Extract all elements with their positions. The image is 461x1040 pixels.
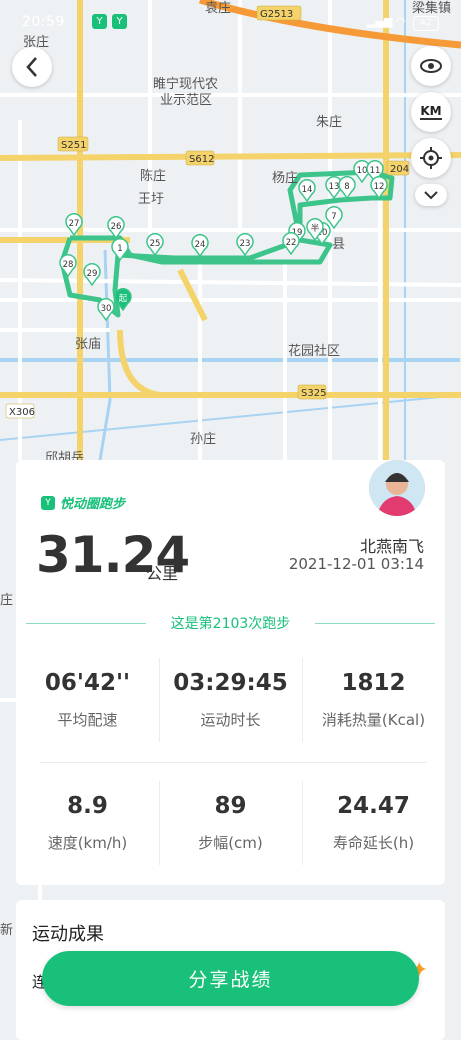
map-place-label: 王圩 (138, 192, 164, 207)
divider (159, 658, 160, 742)
svg-text:25: 25 (150, 239, 161, 249)
map-place-label: 睢宁现代农 (153, 76, 218, 92)
stat-life-extension: 24.47 寿命延长(h) (332, 793, 415, 852)
divider (159, 781, 160, 865)
map-place-label: 业示范区 (160, 93, 212, 108)
map-place-label: 杨庄 (272, 170, 298, 186)
run-datetime: 2021-12-01 03:14 (288, 555, 424, 573)
divider (302, 658, 303, 742)
share-button[interactable]: 分享战绩 (42, 951, 419, 1006)
map-place-label: 张庙 (75, 337, 101, 352)
stat-duration: 03:29:45 运动时长 (173, 670, 288, 729)
map-place-label: 花园社区 (288, 343, 340, 359)
status-bar: 20:59 Y Y ▂▄▆ ◠ 42 (0, 0, 461, 44)
svg-text:29: 29 (87, 269, 98, 279)
divider (40, 762, 427, 763)
eye-icon (420, 59, 442, 73)
chevron-down-icon (424, 190, 438, 199)
brand: Y 悦动圈跑步 (41, 493, 125, 512)
svg-text:26: 26 (111, 222, 122, 232)
results-title: 运动成果 (32, 924, 104, 945)
road-shield: S612 (185, 150, 214, 166)
svg-text:S325: S325 (301, 388, 326, 399)
collapse-button[interactable] (415, 184, 447, 206)
brand-logo-icon: Y (41, 495, 55, 510)
username: 北燕南飞 (359, 537, 424, 556)
locate-button[interactable] (411, 138, 451, 178)
svg-text:22: 22 (286, 238, 297, 248)
map-toolbar: KM (411, 46, 451, 212)
eye-button[interactable] (411, 46, 451, 86)
svg-text:13: 13 (329, 182, 340, 192)
map-place-label: 朱庄 (316, 114, 342, 130)
svg-text:204: 204 (390, 164, 409, 175)
stat-calories: 1812 消耗热量(Kcal) (321, 670, 426, 729)
map-place-label: 县 (332, 237, 345, 252)
back-button[interactable] (12, 47, 52, 87)
stat-speed: 8.9 速度(km/h) (47, 793, 128, 852)
app-badge-icon: Y (92, 14, 107, 29)
svg-text:28: 28 (63, 260, 74, 270)
svg-text:7: 7 (331, 212, 336, 222)
svg-text:半: 半 (311, 223, 320, 234)
battery-icon: ▂▄▆ ◠ 42 (367, 14, 439, 31)
map-place-label: 新 (0, 922, 13, 938)
map-place-label: 庄 (0, 592, 13, 608)
svg-text:30: 30 (101, 304, 112, 314)
svg-text:12: 12 (374, 182, 385, 192)
svg-text:27: 27 (69, 219, 80, 229)
stat-stride: 89 步幅(cm) (198, 793, 263, 852)
svg-text:23: 23 (240, 239, 251, 249)
road-shield: 204 (386, 160, 410, 176)
map-place-label: 孙庄 (190, 431, 216, 447)
svg-text:S612: S612 (189, 154, 214, 165)
svg-text:10: 10 (357, 166, 368, 176)
svg-text:8: 8 (344, 182, 349, 192)
stat-pace: 06'42'' 平均配速 (44, 670, 131, 729)
map-place-label: 陈庄 (140, 168, 166, 184)
app-badge-icon: Y (112, 14, 127, 29)
road-shield: X306 (5, 403, 35, 419)
svg-text:11: 11 (370, 166, 381, 176)
locate-icon (420, 147, 442, 169)
km-icon: KM (420, 104, 442, 120)
svg-text:S251: S251 (61, 140, 86, 151)
avatar[interactable] (369, 460, 425, 516)
svg-text:1: 1 (117, 244, 122, 254)
chevron-left-icon (26, 57, 37, 77)
brand-name: 悦动圈跑步 (60, 497, 126, 512)
km-toggle-button[interactable]: KM (411, 92, 451, 132)
run-count: 这是第2103次跑步 (16, 613, 445, 633)
road-shield: S325 (297, 384, 326, 400)
divider (302, 781, 303, 865)
svg-text:14: 14 (302, 185, 313, 195)
distance-unit: 公里 (146, 564, 179, 583)
run-summary-card: Y 悦动圈跑步 31.24 公里 北燕南飞 2021-12-01 03:14 这… (16, 460, 445, 885)
svg-text:X306: X306 (9, 407, 35, 418)
svg-text:起: 起 (119, 294, 128, 304)
status-time: 20:59 (22, 14, 65, 30)
road-shield: S251 (57, 136, 89, 152)
svg-text:24: 24 (195, 240, 206, 250)
